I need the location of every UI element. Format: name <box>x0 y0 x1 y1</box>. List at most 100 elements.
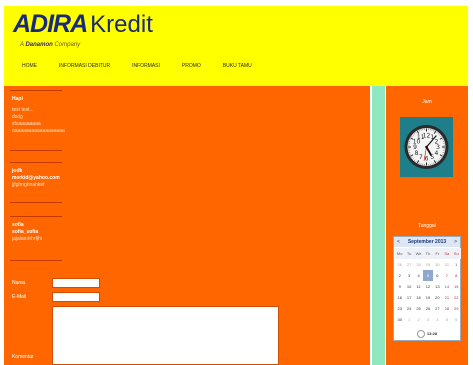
divider <box>10 150 62 151</box>
email-input[interactable] <box>52 292 100 302</box>
divider <box>10 162 62 163</box>
nav-promo[interactable]: PROMO <box>182 63 201 69</box>
calendar-day[interactable]: 29 <box>452 303 461 314</box>
calendar-day[interactable]: 4 <box>414 270 423 281</box>
entry-line: test test... <box>12 107 34 113</box>
calendar-day[interactable]: 18 <box>414 292 423 303</box>
calendar-day[interactable]: 1 <box>404 314 413 325</box>
calendar-weekday: Su <box>451 248 461 259</box>
calendar-day[interactable]: 9 <box>395 281 404 292</box>
entry-line: sofia_sofia <box>12 229 39 235</box>
calendar-day[interactable]: 15 <box>452 281 461 292</box>
side-scroll-arrow[interactable]: › <box>464 206 468 214</box>
divider <box>10 216 62 217</box>
calendar-day[interactable]: 6 <box>452 314 461 325</box>
calendar-day[interactable]: 16 <box>395 292 404 303</box>
calendar-day[interactable]: 7 <box>442 270 451 281</box>
calendar-day[interactable]: 28 <box>442 303 451 314</box>
calendar-month: September 2013 <box>394 237 460 247</box>
calendar-day[interactable]: 3 <box>404 270 413 281</box>
calendar-day[interactable]: 13 <box>433 281 442 292</box>
calendar-day[interactable]: 25 <box>414 303 423 314</box>
calendar-weekday-row: Mo Tu We Th Fr Sa Su <box>395 248 461 259</box>
calendar-day[interactable]: 22 <box>452 292 461 303</box>
site-logo[interactable]: ADIRA Kredit <box>13 10 153 39</box>
calendar-weekday: Mo <box>395 248 405 259</box>
clock-numeral: 4 <box>435 150 439 157</box>
calendar-day[interactable]: 30 <box>395 314 404 325</box>
calendar-day[interactable]: 26 <box>395 259 404 270</box>
calendar-weekday: Sa <box>442 248 452 259</box>
calendar-day[interactable]: 30 <box>433 259 442 270</box>
logo-brand: ADIRA <box>13 10 88 38</box>
calendar-day[interactable]: 19 <box>423 292 432 303</box>
nav-informasi[interactable]: INFORMASI <box>132 63 160 69</box>
calendar-week-row: 26 27 28 29 30 31 1 <box>395 259 461 270</box>
calendar-grid: Mo Tu We Th Fr Sa Su 26 27 28 29 30 31 1 2 3 4 5 6 7 8 9 10 11 1… <box>395 248 461 325</box>
nav-informasi-debitur[interactable]: INFORMASI DEBITUR <box>59 63 110 69</box>
calendar-day[interactable]: 3 <box>423 314 432 325</box>
calendar-day[interactable]: 23 <box>395 303 404 314</box>
clock-widget: 1 2 3 4 5 6 7 8 9 10 11 12 <box>400 117 453 177</box>
calendar-day[interactable]: 20 <box>433 292 442 303</box>
calendar-day[interactable]: 27 <box>404 259 413 270</box>
calendar-day[interactable]: 29 <box>423 259 432 270</box>
nav-home[interactable]: HOME <box>22 63 37 69</box>
calendar-week-row: 16 17 18 19 20 21 22 <box>395 292 461 303</box>
calendar-day[interactable]: 27 <box>433 303 442 314</box>
calendar-week-row: 9 10 11 12 13 14 15 <box>395 281 461 292</box>
calendar-day[interactable]: 14 <box>442 281 451 292</box>
calendar-day[interactable]: 1 <box>452 259 461 270</box>
clock-title: Jam <box>422 99 432 105</box>
calendar-day[interactable]: 5 <box>442 314 451 325</box>
calendar-day[interactable]: 8 <box>452 270 461 281</box>
clock-icon <box>416 330 425 338</box>
entry-line: aaaaaaaaaaaaaaaaaaa <box>12 128 65 134</box>
calendar-day[interactable]: 6 <box>433 270 442 281</box>
entry-line: dsdg <box>12 114 23 120</box>
nav-buku-tamu[interactable]: BUKU TAMU <box>223 63 252 69</box>
main-nav: HOME INFORMASI DEBITUR INFORMASI PROMO B… <box>22 63 274 69</box>
calendar-day[interactable]: 10 <box>404 281 413 292</box>
calendar-day[interactable]: 26 <box>423 303 432 314</box>
guestbook-entry: sofia sofia_sofia jajalaertrhrfjhl <box>12 222 42 243</box>
calendar-day[interactable]: 24 <box>404 303 413 314</box>
divider <box>10 260 62 261</box>
name-input[interactable] <box>52 278 100 288</box>
calendar-day[interactable]: 11 <box>414 281 423 292</box>
calendar-title: Tanggal <box>418 223 436 229</box>
calendar-widget: September 2013 < > Mo Tu We Th Fr Sa Su 26 27 28 2… <box>393 236 461 341</box>
calendar-prev-button[interactable]: < <box>397 237 400 247</box>
calendar-time: 13:28 <box>394 330 460 338</box>
guestbook-panel: Hapi test test... dsdg sfsaaaaaaaa aaaaa… <box>4 86 370 365</box>
page: ADIRA Kredit A Danamon Company HOME INFOR… <box>0 0 473 365</box>
calendar-day[interactable]: 31 <box>442 259 451 270</box>
calendar-day[interactable]: 17 <box>404 292 413 303</box>
calendar-day[interactable]: 5 <box>423 270 433 281</box>
email-label: E-Mail <box>12 294 27 300</box>
calendar-day[interactable]: 4 <box>433 314 442 325</box>
sidebar: Jam 1 2 3 4 5 6 7 8 9 10 11 12 Tanggal September 20… <box>386 86 468 365</box>
calendar-week-row: 2345678 <box>395 270 461 281</box>
calendar-week-row: 23 24 25 26 27 28 29 <box>395 303 461 314</box>
analog-clock-icon: 123456789101112 <box>404 125 449 169</box>
entry-line: sfsaaaaaaaa <box>12 121 41 127</box>
calendar-weekday: Tu <box>404 248 414 259</box>
calendar-weekday: We <box>413 248 424 259</box>
calendar-weekday: Th <box>423 248 433 259</box>
calendar-day[interactable]: 28 <box>414 259 423 270</box>
side-divider-strip <box>372 86 385 365</box>
calendar-next-button[interactable]: > <box>454 237 457 247</box>
comment-textarea[interactable] <box>52 306 279 365</box>
entry-line: jjfghnghnahkef <box>12 182 45 188</box>
calendar-day[interactable]: 21 <box>442 292 451 303</box>
logo-product: Kredit <box>90 11 153 38</box>
calendar-day[interactable]: 2 <box>414 314 423 325</box>
entry-email: merkid@yahoo.com <box>12 175 60 181</box>
guestbook-entry: jodk merkid@yahoo.com jjfghnghnahkef <box>12 168 60 189</box>
entry-name: Hapi <box>12 96 23 102</box>
calendar-week-row: 30 1 2 3 4 5 6 <box>395 314 461 325</box>
entry-line: jajalaertrhrfjhl <box>12 236 43 242</box>
calendar-day[interactable]: 12 <box>423 281 432 292</box>
calendar-day[interactable]: 2 <box>395 270 404 281</box>
